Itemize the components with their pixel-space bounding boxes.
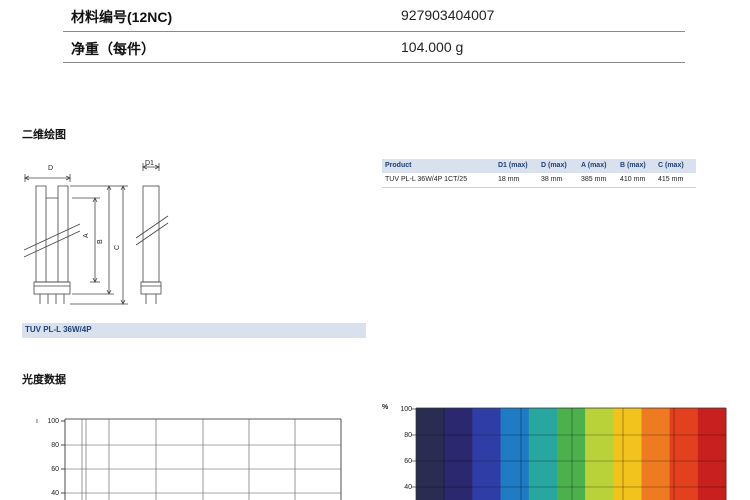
y-tick-label: 40 (404, 484, 412, 491)
spectrum-band (585, 408, 614, 500)
spectrum-band (416, 408, 445, 500)
header-b: B (max) (620, 162, 646, 169)
cell-product: TUV PL-L 36W/4P 1CT/25 (385, 176, 468, 183)
spectrum-band (500, 408, 530, 500)
dimensions-header-row: Product D1 (max) D (max) A (max) B (max)… (382, 159, 696, 173)
spectrum-band (641, 408, 671, 500)
cell-b: 410 mm (620, 176, 646, 183)
spectrum-band (444, 408, 473, 500)
dim-label-a: A (83, 233, 90, 238)
spec-label: 净重（每件） (71, 41, 155, 57)
y-tick-label: 80 (404, 432, 412, 439)
dimensions-table: Product D1 (max) D (max) A (max) B (max)… (382, 159, 696, 188)
y-axis-marker: ı (36, 418, 38, 425)
dim-label-b: B (97, 239, 104, 244)
cell-c: 415 mm (658, 176, 684, 183)
drawing-caption: TUV PL-L 36W/4P (25, 325, 92, 334)
cell-d1: 18 mm (498, 176, 520, 183)
spectrum-band (697, 408, 727, 500)
cell-a: 385 mm (581, 176, 607, 183)
header-product: Product (385, 162, 412, 169)
spec-row-12nc: 材料编号(12NC) 927903404007 (63, 0, 685, 32)
dim-label-d: D (48, 165, 53, 172)
section-heading-photometric: 光度数据 (22, 374, 66, 386)
y-tick-label: 60 (404, 458, 412, 465)
spec-value: 104.000 g (401, 39, 464, 55)
header-c: C (max) (658, 162, 684, 169)
y-tick-label: 60 (51, 466, 59, 473)
y-tick-label: 40 (51, 490, 59, 497)
spec-value: 927903404007 (401, 7, 495, 23)
dim-label-d1: D1 (145, 160, 154, 167)
spec-row-weight: 净重（每件） 104.000 g (63, 32, 685, 63)
header-a: A (max) (581, 162, 607, 169)
drawing-caption-bar: TUV PL-L 36W/4P (22, 323, 366, 338)
y-tick-label: 80 (51, 442, 59, 449)
lamp-dimension-drawing: D D1 A B C (23, 160, 169, 305)
spectrum-band (472, 408, 502, 500)
spectrum-band (613, 408, 642, 500)
header-d: D (max) (541, 162, 567, 169)
table-row: TUV PL-L 36W/4P 1CT/25 18 mm 38 mm 385 m… (382, 173, 696, 188)
y-unit-label: % (382, 404, 389, 411)
specifications-table: 材料编号(12NC) 927903404007 净重（每件） 104.000 g (63, 0, 685, 63)
y-tick-label: 100 (400, 406, 412, 413)
spectral-graph: % 100 80 60 40 (382, 404, 727, 500)
section-heading-drawing: 二维绘图 (22, 129, 66, 141)
cell-d: 38 mm (541, 176, 563, 183)
y-tick-label: 100 (47, 418, 59, 425)
dim-label-c: C (114, 245, 121, 250)
spec-label: 材料编号(12NC) (71, 9, 173, 25)
spectrum-band (528, 408, 558, 500)
spectrum-band (556, 408, 586, 500)
spectrum-bands (416, 408, 727, 500)
header-d1: D1 (max) (498, 162, 528, 169)
photometric-graph-left: ı 100 80 60 40 (36, 418, 342, 500)
